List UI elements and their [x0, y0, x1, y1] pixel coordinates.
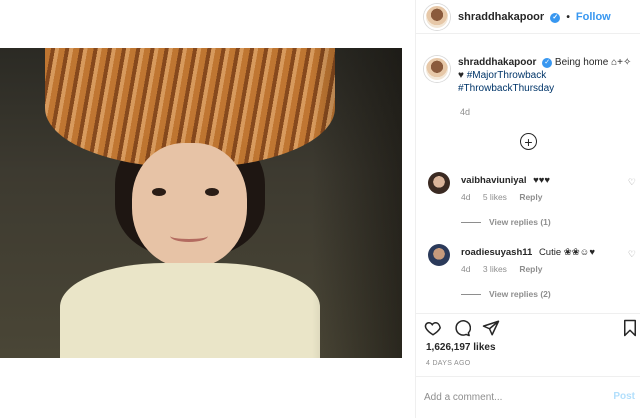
add-comment-bar: Post — [416, 376, 640, 418]
caption-username[interactable]: shraddhakapoor — [458, 57, 536, 68]
comment-input[interactable] — [424, 388, 594, 406]
share-icon[interactable] — [482, 319, 500, 337]
view-replies-label: View replies (2) — [489, 289, 551, 299]
comment-icon[interactable] — [453, 319, 471, 337]
plus-circle-icon: + — [524, 133, 533, 150]
commenter-avatar[interactable] — [428, 172, 450, 194]
divider-line — [461, 293, 481, 295]
media-pane — [0, 0, 415, 418]
comment-like-icon[interactable]: ♡ — [628, 177, 636, 188]
comment-likes[interactable]: 5 likes — [483, 192, 507, 202]
verified-icon: ✓ — [550, 12, 561, 23]
view-replies-button[interactable]: View replies (1) — [461, 217, 551, 227]
post-header: shraddhakapoor ✓ • Follow — [416, 0, 640, 34]
commenter-username[interactable]: vaibhaviuniyal — [461, 175, 526, 186]
reply-button[interactable]: Reply — [519, 264, 542, 274]
bookmark-icon[interactable] — [621, 319, 639, 337]
comment-like-icon[interactable]: ♡ — [628, 249, 636, 260]
caption-avatar[interactable] — [424, 56, 450, 82]
action-bar — [416, 313, 640, 343]
caption-heart-emoji: ♥ — [458, 70, 464, 81]
caption-text: Being home ⌂+✧ — [554, 57, 632, 68]
heart-icon[interactable] — [424, 319, 442, 337]
verified-icon: ✓ — [542, 58, 553, 68]
comment-time: 4d — [461, 192, 471, 202]
commenter-username[interactable]: roadiesuyash11 — [461, 247, 532, 258]
post-time-ago: 4 DAYS AGO — [426, 360, 471, 367]
load-more-comments-button[interactable]: + — [520, 133, 537, 150]
view-replies-label: View replies (1) — [489, 217, 551, 227]
commenter-avatar[interactable] — [428, 244, 450, 266]
comment-text: ♥♥♥ — [533, 175, 551, 186]
comment-time: 4d — [461, 264, 471, 274]
divider-line — [461, 221, 481, 223]
hashtag-link[interactable]: #MajorThrowback — [467, 69, 546, 82]
comment-text: Cutie ❀❀☺♥ — [538, 247, 596, 258]
post-details-panel: shraddhakapoor ✓ • Follow shraddhakapoor… — [415, 0, 640, 418]
follow-button[interactable]: Follow — [576, 11, 611, 23]
post-comment-button[interactable]: Post — [613, 391, 635, 402]
post-caption: shraddhakapoor ✓ Being home ⌂+✧ ♥ #Major… — [424, 56, 634, 95]
comment-likes[interactable]: 3 likes — [483, 264, 507, 274]
post-photo[interactable] — [0, 48, 402, 358]
separator-dot: • — [566, 11, 570, 23]
caption-time: 4d — [460, 107, 471, 117]
reply-button[interactable]: Reply — [519, 192, 542, 202]
hashtag-link[interactable]: #ThrowbackThursday — [458, 82, 554, 95]
author-avatar[interactable] — [424, 3, 450, 30]
view-replies-button[interactable]: View replies (2) — [461, 289, 551, 299]
likes-count[interactable]: 1,626,197 likes — [426, 342, 496, 353]
instagram-post-page: shraddhakapoor ✓ • Follow shraddhakapoor… — [0, 0, 640, 418]
author-username[interactable]: shraddhakapoor — [458, 11, 544, 23]
